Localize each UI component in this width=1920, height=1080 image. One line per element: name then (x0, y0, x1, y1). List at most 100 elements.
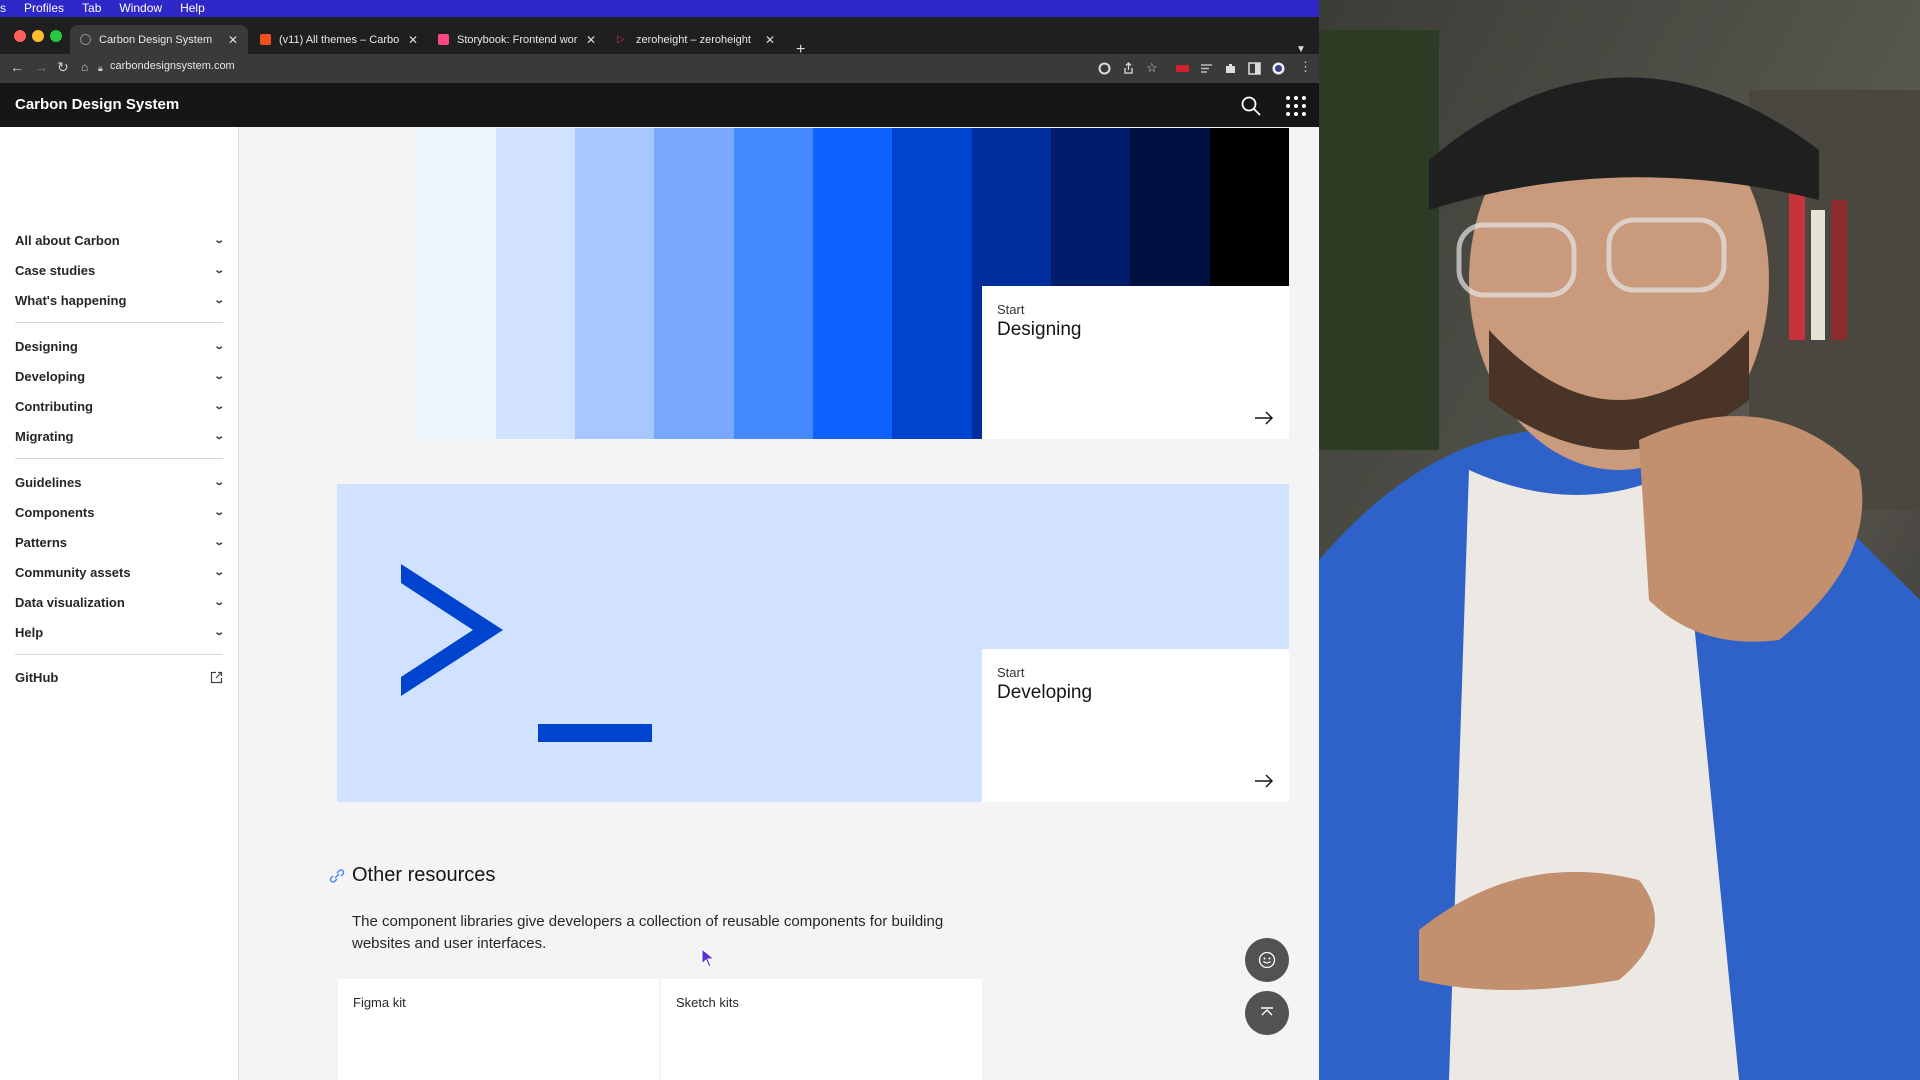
nav-item-designing[interactable]: Designing ⌄ (15, 335, 225, 357)
home-icon[interactable]: ⌂ (81, 60, 88, 74)
close-tab-icon[interactable]: ✕ (586, 33, 596, 47)
color-swatch-1 (416, 128, 496, 439)
close-tab-icon[interactable]: ✕ (408, 33, 418, 47)
system-menu-bar: s Profiles Tab Window Help (0, 0, 1319, 17)
nav-divider (15, 654, 223, 655)
side-panel-icon[interactable] (1248, 62, 1261, 75)
profile-avatar-icon[interactable] (1272, 62, 1285, 75)
app-switcher-icon[interactable] (1286, 96, 1306, 116)
launch-icon (210, 671, 223, 683)
color-swatch-5 (733, 128, 813, 439)
search-icon[interactable] (1240, 95, 1262, 117)
close-tab-icon[interactable]: ✕ (765, 33, 775, 47)
figma-kit-tile[interactable]: Figma kit (338, 979, 659, 1080)
nav-item-help[interactable]: Help ⌄ (15, 621, 225, 643)
color-swatch-2 (495, 128, 575, 439)
chevron-down-icon: ⌄ (212, 234, 225, 246)
card-kicker: Start (997, 302, 1025, 317)
chevron-down-icon: ⌄ (212, 294, 225, 306)
web-page: Carbon Design System All about Carbon ⌄ C… (0, 83, 1319, 1080)
browser-tab-carbon[interactable]: Carbon Design System ✕ (70, 25, 248, 54)
resources-description: The component libraries give developers … (352, 913, 944, 952)
card-title: Designing (997, 319, 1082, 340)
chevron-down-icon: ⌄ (212, 370, 225, 382)
card-kicker: Start (997, 665, 1025, 680)
chevron-down-icon: ⌄ (212, 536, 225, 548)
feedback-icon (1258, 951, 1276, 969)
back-to-top-button[interactable] (1245, 991, 1289, 1035)
maximize-window-icon[interactable] (50, 30, 62, 42)
feedback-button[interactable] (1245, 938, 1289, 982)
back-to-top-icon (1261, 1007, 1273, 1016)
mouse-cursor-icon (701, 948, 715, 968)
color-swatch-3 (574, 128, 655, 439)
nav-divider (15, 458, 223, 459)
nav-item-github[interactable]: GitHub (15, 666, 223, 688)
other-resources-heading: Other resources (328, 864, 495, 887)
share-icon[interactable] (1122, 62, 1135, 75)
terminal-prompt-icon (401, 564, 652, 742)
nav-item-components[interactable]: Components ⌄ (15, 501, 225, 523)
extension-list-icon[interactable] (1200, 62, 1213, 75)
back-icon[interactable]: ← (10, 59, 24, 75)
forward-icon[interactable]: → (34, 59, 48, 75)
chevron-down-icon: ⌄ (212, 400, 225, 412)
reload-icon[interactable]: ↻ (57, 59, 69, 76)
chevron-down-icon: ⌄ (212, 430, 225, 442)
close-window-icon[interactable] (14, 30, 26, 42)
chevron-down-icon: ⌄ (212, 340, 225, 352)
zeroheight-favicon-icon: ▷ (617, 34, 625, 45)
card-title: Developing (997, 682, 1093, 703)
presenter-video-frame (1319, 0, 1920, 1080)
nav-item-whats-happening[interactable]: What's happening ⌄ (15, 289, 225, 311)
chevron-down-icon: ⌄ (212, 566, 225, 578)
extensions-puzzle-icon[interactable] (1224, 62, 1237, 75)
chevron-down-icon: ⌄ (212, 476, 225, 488)
nav-item-data-visualization[interactable]: Data visualization ⌄ (15, 591, 225, 613)
menu-profiles[interactable]: Profiles (24, 0, 64, 17)
nav-item-patterns[interactable]: Patterns ⌄ (15, 531, 225, 553)
url-field[interactable]: carbondesignsystem.com (110, 60, 235, 72)
close-tab-icon[interactable]: ✕ (228, 33, 238, 47)
browser-tab-figma[interactable]: (v11) All themes – Carbon Desi… ✕ (250, 25, 428, 54)
sketch-kits-tile[interactable]: Sketch kits (661, 979, 982, 1080)
nav-item-all-about-carbon[interactable]: All about Carbon ⌄ (15, 229, 225, 251)
extension-red-icon[interactable] (1176, 62, 1189, 75)
color-swatch-6 (812, 128, 893, 439)
browser-tab-zeroheight[interactable]: ▷ zeroheight – zeroheight ✕ (607, 25, 785, 54)
side-nav: All about Carbon ⌄ Case studies ⌄ What's h… (0, 127, 239, 1080)
site-brand[interactable]: Carbon Design System (15, 96, 179, 113)
browser-tab-strip: Carbon Design System ✕ (v11) All themes … (0, 17, 1319, 58)
chevron-down-icon: ⌄ (212, 264, 225, 276)
menu-app[interactable]: s (0, 0, 6, 17)
storybook-favicon-icon (438, 34, 449, 45)
figma-favicon-icon (260, 34, 271, 45)
arrow-right-icon (1255, 411, 1274, 425)
bookmark-star-icon[interactable]: ☆ (1146, 60, 1158, 76)
nav-item-community-assets[interactable]: Community assets ⌄ (15, 561, 225, 583)
browser-tab-storybook[interactable]: Storybook: Frontend worksho… ✕ (428, 25, 606, 54)
nav-item-developing[interactable]: Developing ⌄ (15, 365, 225, 387)
lock-icon: 🔒︎ (98, 63, 103, 73)
nav-item-case-studies[interactable]: Case studies ⌄ (15, 259, 225, 281)
nav-item-migrating[interactable]: Migrating ⌄ (15, 425, 225, 447)
nav-item-guidelines[interactable]: Guidelines ⌄ (15, 471, 225, 493)
color-swatch-0 (337, 128, 417, 439)
color-swatch-7 (892, 128, 972, 439)
arrow-right-icon (1255, 774, 1274, 788)
minimize-window-icon[interactable] (32, 30, 44, 42)
menu-window[interactable]: Window (119, 0, 162, 17)
link-icon[interactable] (328, 868, 346, 883)
menu-help[interactable]: Help (180, 0, 205, 17)
google-lens-icon[interactable] (1098, 62, 1111, 75)
start-developing-card[interactable]: Start Developing (982, 649, 1289, 802)
nav-item-contributing[interactable]: Contributing ⌄ (15, 395, 225, 417)
carbon-favicon-icon (80, 34, 91, 45)
browser-menu-icon[interactable]: ⋮ (1299, 59, 1312, 75)
color-swatch-4 (654, 128, 734, 439)
chevron-down-icon: ⌄ (212, 626, 225, 638)
webcam-video (1319, 0, 1920, 1080)
menu-tab[interactable]: Tab (82, 0, 101, 17)
site-header: Carbon Design System (0, 83, 1319, 127)
start-designing-card[interactable]: Start Designing (982, 286, 1289, 439)
